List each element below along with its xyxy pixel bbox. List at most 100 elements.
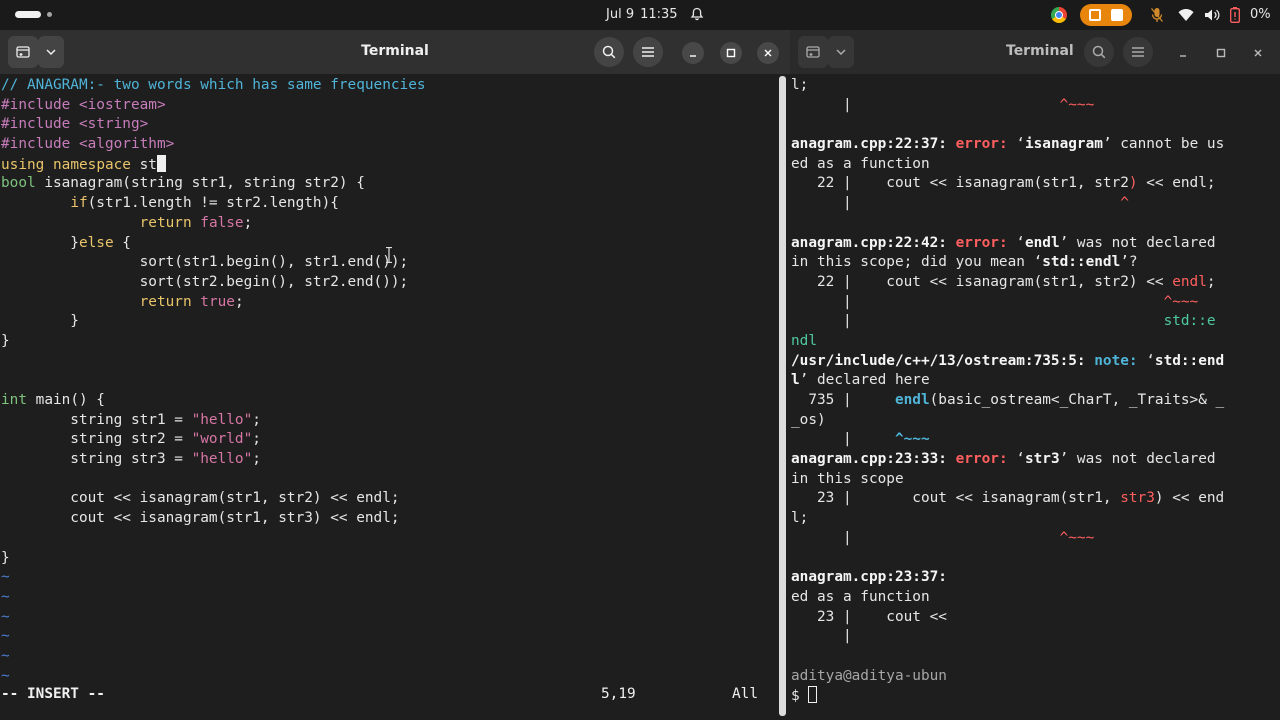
workspace-indicator-icon[interactable] (15, 11, 41, 18)
code-line: ~ (1, 627, 790, 647)
hamburger-icon (642, 47, 654, 57)
clock-time: 11:35 (640, 7, 678, 22)
output-token: std::endl (1042, 254, 1121, 271)
code-token: } (1, 313, 79, 330)
code-token: ~ (1, 628, 10, 645)
terminal-output[interactable]: l; | ^~~~ anagram.cpp:22:37: error: ‘isan… (790, 76, 1280, 720)
cursor-position: 5,19 (601, 686, 636, 702)
terminal-window-left[interactable]: Terminal // ANAGRAM:- two words which ha… (0, 30, 790, 720)
code-token: main() { (27, 392, 105, 408)
output-token: ^~~~ (1059, 529, 1095, 546)
output-line: l; (791, 76, 1280, 96)
terminal-window-right[interactable]: Terminal l; | ^~~~ anagram.cpp:22:37: err… (790, 30, 1280, 720)
code-token: } (1, 234, 79, 251)
output-line: ndl (791, 332, 1280, 352)
output-token: l; (791, 510, 809, 527)
tab-menu-button[interactable] (828, 36, 854, 68)
screen-record-icon[interactable] (1080, 4, 1132, 26)
minimize-button[interactable] (682, 42, 704, 64)
code-token: str1, (182, 175, 244, 192)
bell-icon[interactable] (690, 7, 704, 21)
code-line: ~ (1, 588, 790, 608)
output-token: << endl; (1137, 175, 1216, 192)
minimize-button[interactable] (1172, 42, 1194, 64)
code-line: bool isanagram(string str1, string str2)… (1, 174, 790, 194)
output-token: str3 (1120, 490, 1155, 507)
search-button[interactable] (1084, 37, 1114, 67)
text-cursor (808, 686, 818, 704)
output-token: aditya@aditya-ubun (791, 667, 947, 684)
workspace-dot-icon[interactable] (47, 12, 52, 17)
code-line: ~ (1, 568, 790, 588)
output-line: l; (791, 509, 1280, 529)
code-token: st (130, 156, 157, 173)
code-token: cout << isanagram(str1, str3) << endl; (1, 510, 400, 527)
output-token: anagram.cpp:22:42: (791, 234, 956, 251)
code-token: #include (1, 136, 79, 153)
code-token: bool (1, 175, 36, 192)
window-divider-scrollbar[interactable] (779, 76, 786, 716)
window-title: Terminal (361, 43, 429, 59)
output-token: std::e (1163, 313, 1216, 330)
output-token: ‘ (1016, 451, 1025, 468)
code-line: }else { (1, 234, 790, 254)
code-token: true (200, 293, 235, 310)
clock[interactable]: Jul 9 11:35 (606, 7, 684, 22)
output-token: ’ cannot be us (1102, 136, 1225, 153)
chrome-icon[interactable] (1051, 7, 1067, 23)
output-line: 23 | cout << (791, 608, 1280, 628)
wifi-icon[interactable] (1178, 8, 1194, 22)
output-line: 22 | cout << isanagram(str1, str2) << en… (791, 273, 1280, 293)
header-bar: Terminal (0, 30, 790, 74)
output-token: anagram.cpp:23:33: (791, 451, 956, 468)
output-line: $ (791, 686, 1280, 706)
output-line: /usr/include/c++/13/ostream:735:5: note:… (791, 352, 1280, 372)
close-button[interactable] (757, 42, 779, 64)
code-line: string str3 = "hello"; (1, 450, 790, 470)
close-button[interactable] (1247, 42, 1269, 64)
output-token: endl (894, 392, 930, 408)
new-tab-button[interactable] (798, 36, 828, 68)
text-cursor-icon (386, 247, 392, 263)
menu-button[interactable] (1123, 37, 1153, 67)
output-line: | ^~~~ (791, 96, 1280, 116)
output-token: 23 | cout << isanagram(str1, (791, 490, 1121, 507)
code-token: return (139, 293, 192, 310)
search-button[interactable] (594, 37, 624, 67)
mic-off-icon[interactable] (1150, 7, 1164, 23)
code-token: string str1 = (1, 411, 192, 428)
close-icon (1254, 49, 1262, 57)
code-token: string str3 = (1, 451, 192, 468)
vim-editor[interactable]: // ANAGRAM:- two words which has same fr… (0, 76, 790, 720)
output-token: ) (1128, 175, 1138, 192)
volume-icon[interactable] (1204, 8, 1220, 22)
output-token: $ (791, 688, 809, 705)
code-line: } (1, 332, 790, 352)
output-token: ed as a function (791, 155, 930, 172)
output-token: note: (1094, 352, 1147, 369)
output-token: 735 | (791, 392, 895, 408)
output-token: | (791, 628, 852, 645)
menu-button[interactable] (633, 37, 663, 67)
maximize-button[interactable] (720, 42, 742, 64)
output-line: in this scope; did you mean ‘std::endl’? (791, 253, 1280, 273)
output-token: l; (791, 77, 809, 93)
output-line: 22 | cout << isanagram(str1, str2) << en… (791, 174, 1280, 194)
code-token: } (1, 332, 10, 349)
output-token: ’ was not declared (1059, 451, 1216, 468)
code-token: ; (252, 431, 261, 448)
code-token: } (1, 549, 10, 566)
output-token: ed as a function (791, 588, 930, 605)
battery-icon[interactable] (1230, 7, 1240, 23)
maximize-button[interactable] (1210, 42, 1232, 64)
output-line: ed as a function (791, 588, 1280, 608)
